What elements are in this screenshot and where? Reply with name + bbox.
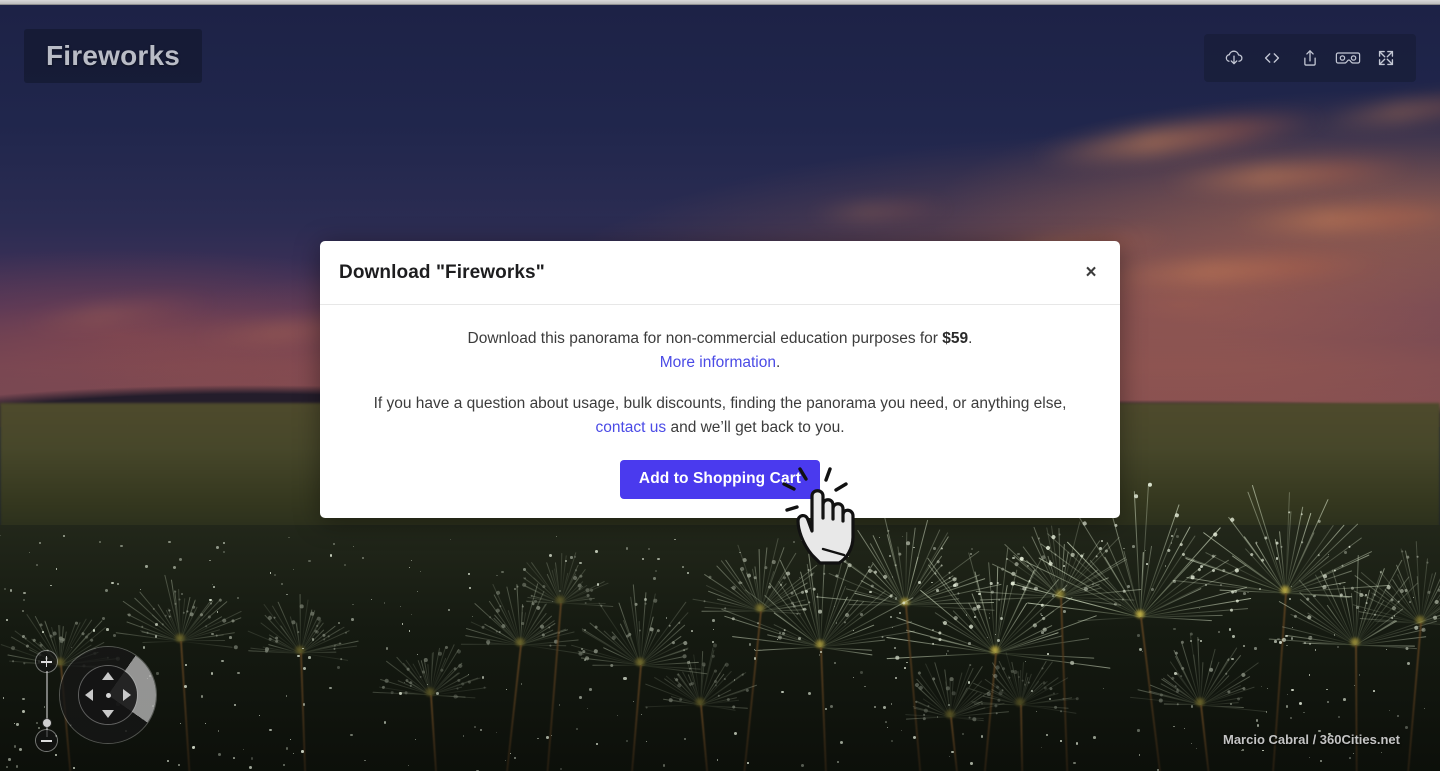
- viewer-toolbar: [1204, 34, 1416, 82]
- price-line: Download this panorama for non-commercia…: [350, 327, 1090, 351]
- modal-body: Download this panorama for non-commercia…: [320, 305, 1120, 499]
- vr-goggles-icon[interactable]: [1332, 43, 1364, 73]
- price-line-period: .: [968, 330, 973, 347]
- price-value: $59: [942, 330, 969, 347]
- compass-center-dot: [105, 692, 111, 698]
- zoom-slider-handle[interactable]: [42, 719, 51, 727]
- close-icon[interactable]: ×: [1078, 260, 1104, 286]
- download-modal: Download "Fireworks" × Download this pan…: [320, 241, 1120, 518]
- zoom-slider-track[interactable]: [46, 671, 48, 737]
- modal-title: Download "Fireworks": [339, 261, 545, 283]
- price-line-text: Download this panorama for non-commercia…: [467, 330, 943, 347]
- zoom-in-button[interactable]: [36, 651, 57, 672]
- more-information-period: .: [775, 354, 781, 371]
- pan-up-arrow-icon[interactable]: [102, 672, 114, 680]
- contact-us-link[interactable]: contact us: [595, 419, 666, 436]
- download-cloud-icon[interactable]: [1218, 43, 1250, 73]
- modal-spacer: [350, 375, 1090, 392]
- panorama-viewer[interactable]: Fireworks Marcio Cabral / 360Cities.net …: [0, 5, 1440, 771]
- fullscreen-icon[interactable]: [1370, 43, 1402, 73]
- support-line-1: If you have a question about usage, bulk…: [373, 395, 1067, 412]
- pan-pad[interactable]: [79, 666, 137, 724]
- pan-right-arrow-icon[interactable]: [123, 689, 131, 701]
- pan-down-arrow-icon[interactable]: [102, 710, 114, 718]
- modal-header: Download "Fireworks" ×: [320, 241, 1120, 305]
- zoom-out-button[interactable]: [36, 730, 57, 751]
- pan-compass[interactable]: [60, 647, 156, 743]
- panorama-title: Fireworks: [24, 29, 203, 83]
- more-information-link[interactable]: More information: [660, 354, 776, 371]
- navigation-control[interactable]: [18, 645, 168, 757]
- add-to-shopping-cart-button[interactable]: Add to Shopping Cart: [619, 460, 821, 499]
- photographer-credit: Marcio Cabral / 360Cities.net: [1222, 732, 1400, 747]
- support-line-2-text: and we’ll get back to you.: [666, 419, 845, 436]
- embed-code-icon[interactable]: [1256, 43, 1288, 73]
- more-information-line: More information.: [350, 351, 1090, 375]
- zoom-slider[interactable]: [28, 651, 64, 751]
- support-line-2: contact us and we’ll get back to you.: [350, 416, 1090, 440]
- pan-left-arrow-icon[interactable]: [85, 689, 93, 701]
- share-icon[interactable]: [1294, 43, 1326, 73]
